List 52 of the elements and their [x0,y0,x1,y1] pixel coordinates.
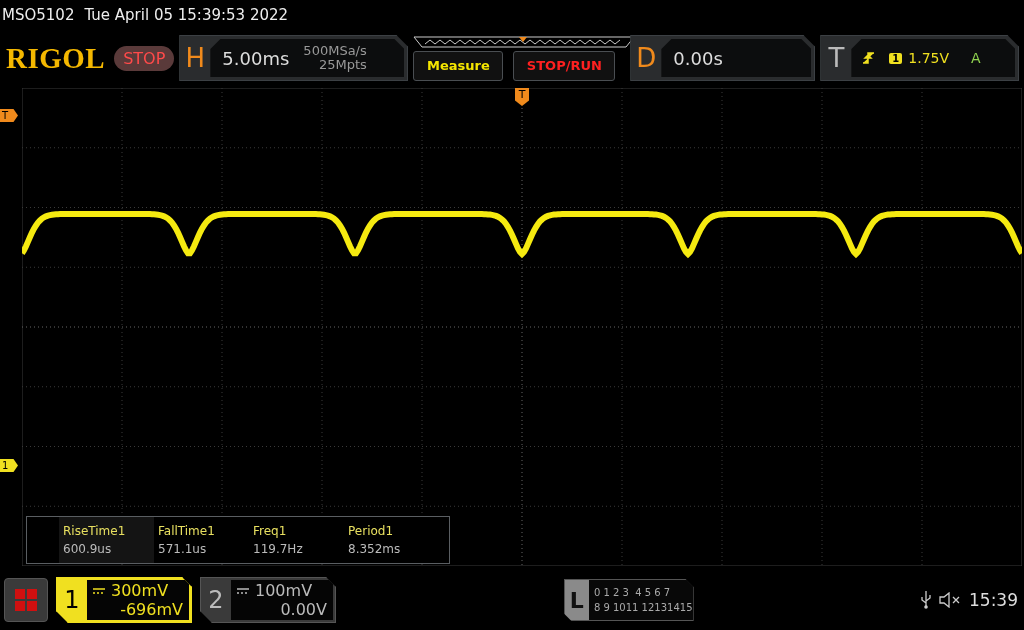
delay-value: 0.00s [673,47,723,69]
measurement-item[interactable]: Period1 8.352ms [344,517,439,563]
trigger-mode: A [971,50,981,66]
measurement-value: 119.7Hz [253,542,304,556]
logic-panel[interactable]: L 0 1 2 3 4 5 6 7 8 9 1011 12131415 [563,579,694,621]
trigger-panel[interactable]: T 1 1.75V A [820,35,1020,81]
dc-coupling-icon [237,587,249,594]
channel-offset-marker[interactable]: 1 [0,459,18,472]
measurement-item[interactable]: RiseTime1 600.9us [59,517,154,563]
channel-panel[interactable]: 1 300mV -696mV [56,577,192,623]
measurement-value: 8.352ms [348,542,402,556]
measurement-name: Period1 [348,524,395,538]
logo: RIGOL [6,41,106,75]
trigger-source: 1 [889,52,903,64]
speaker-muted-icon [939,592,961,608]
horizontal-label: H [184,42,207,75]
horizontal-panel[interactable]: H 5.00ms 500MSa/s 25Mpts [179,35,409,81]
logic-label: L [564,580,589,620]
menu-button[interactable] [4,578,48,622]
channel-scale: 100mV [255,581,313,600]
channel-offset: 0.00V [280,600,327,619]
logic-channels: 8 9 1011 12131415 [593,601,693,615]
trigger-label: T [827,42,846,75]
measurement-name: FallTime1 [158,524,216,538]
measurement-name: Freq1 [253,524,288,538]
channel-panel[interactable]: 2 100mV 0.00V [200,577,336,623]
trigger-level: 1.75V [908,50,950,66]
channel-number: 2 [207,585,225,616]
timebase-value: 5.00ms [222,47,290,69]
usb-icon [921,591,931,609]
channel-offset: -696mV [120,600,183,619]
channel-scale: 300mV [111,581,169,600]
measure-button[interactable]: Measure [413,50,504,81]
logic-channels: 0 1 2 3 4 5 6 7 [593,586,672,600]
grid-squares-icon [15,589,37,611]
model-name: MSO5102 [2,6,75,24]
delay-label: D [635,42,658,75]
channel-number: 1 [63,585,81,616]
measurement-name: RiseTime1 [63,524,127,538]
delay-panel[interactable]: D 0.00s [630,35,816,81]
measurement-value: 571.1us [158,542,208,556]
dc-coupling-icon [93,587,105,594]
clock-time: 15:39 [969,590,1018,610]
measurement-item[interactable]: Freq1 119.7Hz [249,517,344,563]
memory-depth: 25Mpts [318,58,367,72]
trigger-level-marker[interactable]: T [0,109,18,122]
measurement-item[interactable]: FallTime1 571.1us [154,517,249,563]
measurement-value: 600.9us [63,542,113,556]
date-time: Tue April 05 15:39:53 2022 [84,6,289,24]
sample-rate: 500MSa/s [303,44,367,58]
trigger-position-marker[interactable]: T [515,88,529,106]
stop-run-button[interactable]: STOP/RUN [513,50,616,81]
